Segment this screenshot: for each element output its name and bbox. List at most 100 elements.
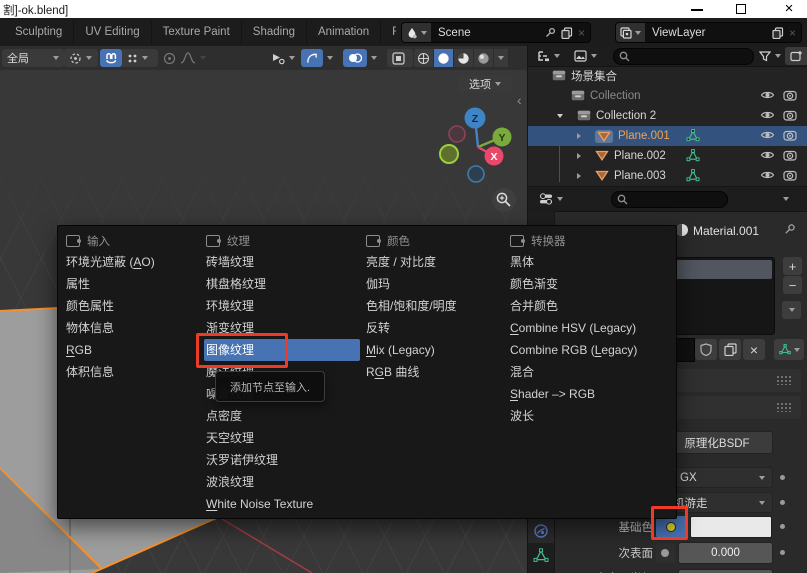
camera-visibility-icon[interactable] <box>783 89 797 101</box>
eye-icon[interactable] <box>760 109 775 121</box>
new-collection-button[interactable] <box>785 47 807 65</box>
shading-material-button[interactable] <box>454 49 474 67</box>
sidebar-collapse-arrow[interactable]: ‹ <box>517 92 522 108</box>
camera-visibility-icon[interactable] <box>783 109 797 121</box>
outliner-item-label[interactable]: Plane.001 <box>618 130 670 142</box>
outliner-search-input[interactable] <box>613 48 754 65</box>
workspace-tab[interactable]: Shading <box>242 21 307 45</box>
eye-icon[interactable] <box>760 89 775 101</box>
menu-item[interactable]: 点密度 <box>206 405 361 427</box>
new-material-button[interactable] <box>719 339 741 360</box>
axis-negz-ball[interactable] <box>468 166 484 182</box>
snap-toggle-button[interactable] <box>100 49 122 67</box>
animate-dot[interactable] <box>780 500 785 505</box>
filter-dropdown[interactable] <box>754 47 786 65</box>
gizmos-dropdown[interactable] <box>322 49 344 67</box>
outliner-item-label[interactable]: Collection <box>590 90 641 102</box>
menu-item[interactable]: 棋盘格纹理 <box>206 273 361 295</box>
eye-icon[interactable] <box>760 149 775 161</box>
pin-icon[interactable] <box>545 27 556 38</box>
outliner-item-label[interactable]: Collection 2 <box>596 110 656 122</box>
scene-selector[interactable]: Scene × <box>401 22 591 43</box>
menu-item[interactable]: 混合 <box>510 361 674 383</box>
subsurface-radius-field[interactable] <box>678 569 773 573</box>
outliner-row[interactable]: Collection <box>528 86 807 106</box>
properties-options-dropdown[interactable] <box>778 190 794 208</box>
new-viewlayer-icon[interactable] <box>772 27 784 39</box>
disclosure-triangle-icon[interactable] <box>577 173 581 179</box>
workspace-tab[interactable]: Sculpting <box>4 21 74 45</box>
menu-item[interactable]: Combine HSV (Legacy) <box>510 317 674 339</box>
menu-item[interactable]: 环境光遮蔽 (AO) <box>66 251 206 273</box>
shading-dropdown[interactable] <box>494 49 509 67</box>
disclosure-triangle-icon[interactable] <box>577 153 581 159</box>
scene-name[interactable]: Scene <box>431 27 545 39</box>
menu-item[interactable]: White Noise Texture <box>206 493 361 515</box>
axis-negy-ball[interactable] <box>440 145 458 163</box>
properties-editor-type-dropdown[interactable] <box>534 190 568 208</box>
viewlayer-name[interactable]: ViewLayer <box>645 27 772 39</box>
menu-item[interactable]: 合并颜色 <box>510 295 674 317</box>
workspace-tab[interactable]: Texture Paint <box>152 21 242 45</box>
navigation-gizmo[interactable]: Z Y X <box>440 108 512 183</box>
outliner-item-label[interactable]: Plane.003 <box>614 170 666 182</box>
scene-browse-chip[interactable] <box>402 23 431 42</box>
snap-target-dropdown[interactable] <box>122 49 158 67</box>
menu-item[interactable]: 黑体 <box>510 251 674 273</box>
gizmos-toggle-button[interactable] <box>301 49 323 67</box>
outliner-row[interactable]: Plane.003 <box>528 166 807 186</box>
camera-visibility-icon[interactable] <box>783 169 797 181</box>
menu-item[interactable]: 反转 <box>366 317 508 339</box>
menu-item[interactable]: 物体信息 <box>66 317 206 339</box>
viewport-zoom-button[interactable] <box>492 188 516 212</box>
drag-handle-icon[interactable] <box>776 402 792 412</box>
menu-item[interactable]: 波浪纹理 <box>206 471 361 493</box>
shading-wireframe-button[interactable] <box>414 49 434 67</box>
eye-icon[interactable] <box>760 129 775 141</box>
camera-visibility-icon[interactable] <box>783 129 797 141</box>
outliner-row[interactable]: Plane.002 <box>528 146 807 166</box>
disclosure-triangle-icon[interactable] <box>577 133 581 139</box>
workspace-tab[interactable]: Animation <box>307 21 381 45</box>
menu-item[interactable]: 沃罗诺伊纹理 <box>206 449 361 471</box>
menu-item[interactable]: RGB 曲线 <box>366 361 508 383</box>
menu-item[interactable]: 亮度 / 对比度 <box>366 251 508 273</box>
proportional-editing-group[interactable] <box>158 49 222 67</box>
pin-icon[interactable] <box>784 223 796 235</box>
viewlayer-selector[interactable]: ViewLayer × <box>615 22 802 43</box>
material-name-breadcrumb[interactable]: Material.001 <box>693 224 759 238</box>
transform-orientation-dropdown[interactable]: 全局 <box>2 49 64 67</box>
shading-solid-button[interactable] <box>434 49 454 67</box>
add-material-slot-button[interactable]: + <box>783 257 802 275</box>
options-dropdown[interactable]: 选项 <box>458 75 512 92</box>
minimize-button[interactable] <box>684 0 710 18</box>
editor-type-dropdown[interactable] <box>532 47 565 65</box>
node-dropdown-button[interactable] <box>774 339 804 360</box>
outliner-item-label[interactable]: 场景集合 <box>571 68 617 84</box>
distribution-dropdown[interactable]: GX <box>661 467 773 488</box>
viewlayer-browse-chip[interactable] <box>616 23 645 42</box>
xray-toggle-button[interactable] <box>387 49 413 67</box>
tab-object-data-icon[interactable] <box>533 548 549 563</box>
axis-negx-ball[interactable] <box>449 126 465 142</box>
new-scene-icon[interactable] <box>561 27 573 39</box>
outliner-item-label[interactable]: Plane.002 <box>614 150 666 162</box>
menu-item[interactable]: 天空纹理 <box>206 427 361 449</box>
base-color-swatch[interactable] <box>690 516 772 538</box>
subsurface-value-field[interactable]: 0.000 <box>678 542 773 564</box>
tab-material-icon[interactable] <box>533 523 549 539</box>
menu-item[interactable]: 色相/饱和度/明度 <box>366 295 508 317</box>
eye-icon[interactable] <box>760 169 775 181</box>
subsurface-socket-button[interactable] <box>656 543 675 563</box>
workspace-tab[interactable]: Renderi <box>381 21 396 45</box>
menu-item[interactable]: 属性 <box>66 273 206 295</box>
outliner-row[interactable]: Plane.001 <box>528 126 807 146</box>
pivot-point-dropdown[interactable] <box>64 49 98 67</box>
workspace-tab[interactable]: UV Editing <box>74 21 151 45</box>
fake-user-button[interactable] <box>695 339 717 360</box>
menu-item[interactable]: Combine RGB (Legacy) <box>510 339 674 361</box>
drag-handle-icon[interactable] <box>776 375 792 385</box>
outliner-row[interactable]: Collection 2 <box>528 106 807 126</box>
disclosure-triangle-icon[interactable] <box>557 114 563 118</box>
close-button[interactable]: × <box>776 0 802 18</box>
